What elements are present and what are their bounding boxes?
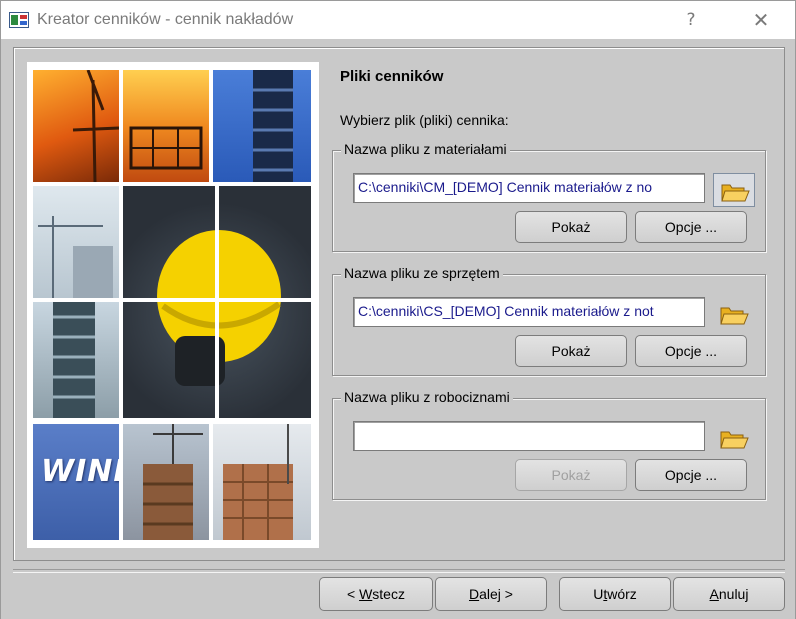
image-tile-blue-building (213, 70, 311, 182)
folder-open-icon (721, 184, 750, 202)
create-prefix: U (593, 586, 604, 602)
content-panel: WINBUD Pliki cenników Wybierz plik (plik… (13, 47, 785, 561)
group-legend: Nazwa pliku z materiałami (341, 141, 510, 157)
window-title: Kreator cenników - cennik nakładów (37, 11, 294, 28)
materials-browse-button[interactable] (713, 173, 755, 207)
group-legend: Nazwa pliku z robociznami (341, 389, 513, 405)
folder-open-icon (720, 307, 749, 325)
bottom-separator (13, 569, 785, 573)
back-mnemonic: W (359, 586, 373, 602)
labor-options-button[interactable]: Opcje ... (635, 459, 747, 491)
create-button[interactable]: Utwórz (559, 577, 671, 611)
group-equipment: Nazwa pliku ze sprzętem C:\cenniki\CS_[D… (332, 265, 766, 376)
next-rest: alej > (479, 586, 513, 602)
image-tile-scaffold (123, 70, 209, 182)
dialog-window: Kreator cenników - cennik nakładów ? ✕ W… (0, 0, 796, 619)
materials-show-button[interactable]: Pokaż (515, 211, 627, 243)
close-button[interactable]: ✕ (741, 5, 781, 35)
image-tile-fire (33, 70, 119, 182)
page-instruction: Wybierz plik (pliki) cennika: (340, 112, 509, 128)
group-materials: Nazwa pliku z materiałami C:\cenniki\CM_… (332, 141, 766, 252)
materials-path-field[interactable]: C:\cenniki\CM_[DEMO] Cennik materiałów z… (353, 173, 705, 203)
image-tile-tower (33, 302, 119, 418)
cancel-mnemonic: A (709, 586, 719, 602)
equipment-show-button[interactable]: Pokaż (515, 335, 627, 367)
back-rest: stecz (372, 586, 405, 602)
next-button[interactable]: Dalej > (435, 577, 547, 611)
labor-browse-button[interactable] (713, 421, 755, 455)
group-legend: Nazwa pliku ze sprzętem (341, 265, 503, 281)
folder-open-icon (720, 431, 749, 449)
cancel-rest: nuluj (718, 586, 749, 602)
back-prefix: < (347, 586, 360, 602)
app-icon (9, 12, 29, 28)
page-heading: Pliki cenników (340, 68, 444, 85)
logo-text: WINBUD (41, 454, 119, 489)
image-tile-worker-helmet (123, 186, 311, 418)
create-rest: wórz (607, 586, 637, 602)
next-mnemonic: D (469, 586, 480, 602)
title-bar[interactable]: Kreator cenników - cennik nakładów ? ✕ (1, 1, 795, 39)
back-button[interactable]: < Wstecz (319, 577, 433, 611)
cancel-button[interactable]: Anuluj (673, 577, 785, 611)
help-button[interactable]: ? (673, 5, 709, 35)
equipment-options-button[interactable]: Opcje ... (635, 335, 747, 367)
materials-options-button[interactable]: Opcje ... (635, 211, 747, 243)
image-tile-crane (33, 186, 119, 298)
labor-path-field[interactable] (353, 421, 705, 451)
image-tile-apartments (213, 424, 311, 540)
equipment-browse-button[interactable] (713, 297, 755, 331)
labor-show-button: Pokaż (515, 459, 627, 491)
winbud-logo: WINBUD (33, 424, 119, 540)
image-tile-construction (123, 424, 209, 540)
dialog-body: WINBUD Pliki cenników Wybierz plik (plik… (1, 39, 795, 619)
equipment-path-field[interactable]: C:\cenniki\CS_[DEMO] Cennik materiałów z… (353, 297, 705, 327)
wizard-image: WINBUD (27, 62, 319, 548)
group-labor: Nazwa pliku z robociznami Pokaż Opcje ..… (332, 389, 766, 500)
